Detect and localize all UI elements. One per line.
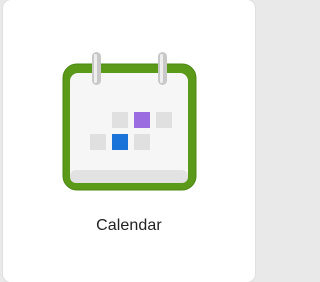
app-label: Calendar bbox=[96, 217, 162, 234]
app-tile-calendar[interactable]: Calendar bbox=[3, 0, 255, 282]
calendar-icon bbox=[62, 52, 197, 191]
